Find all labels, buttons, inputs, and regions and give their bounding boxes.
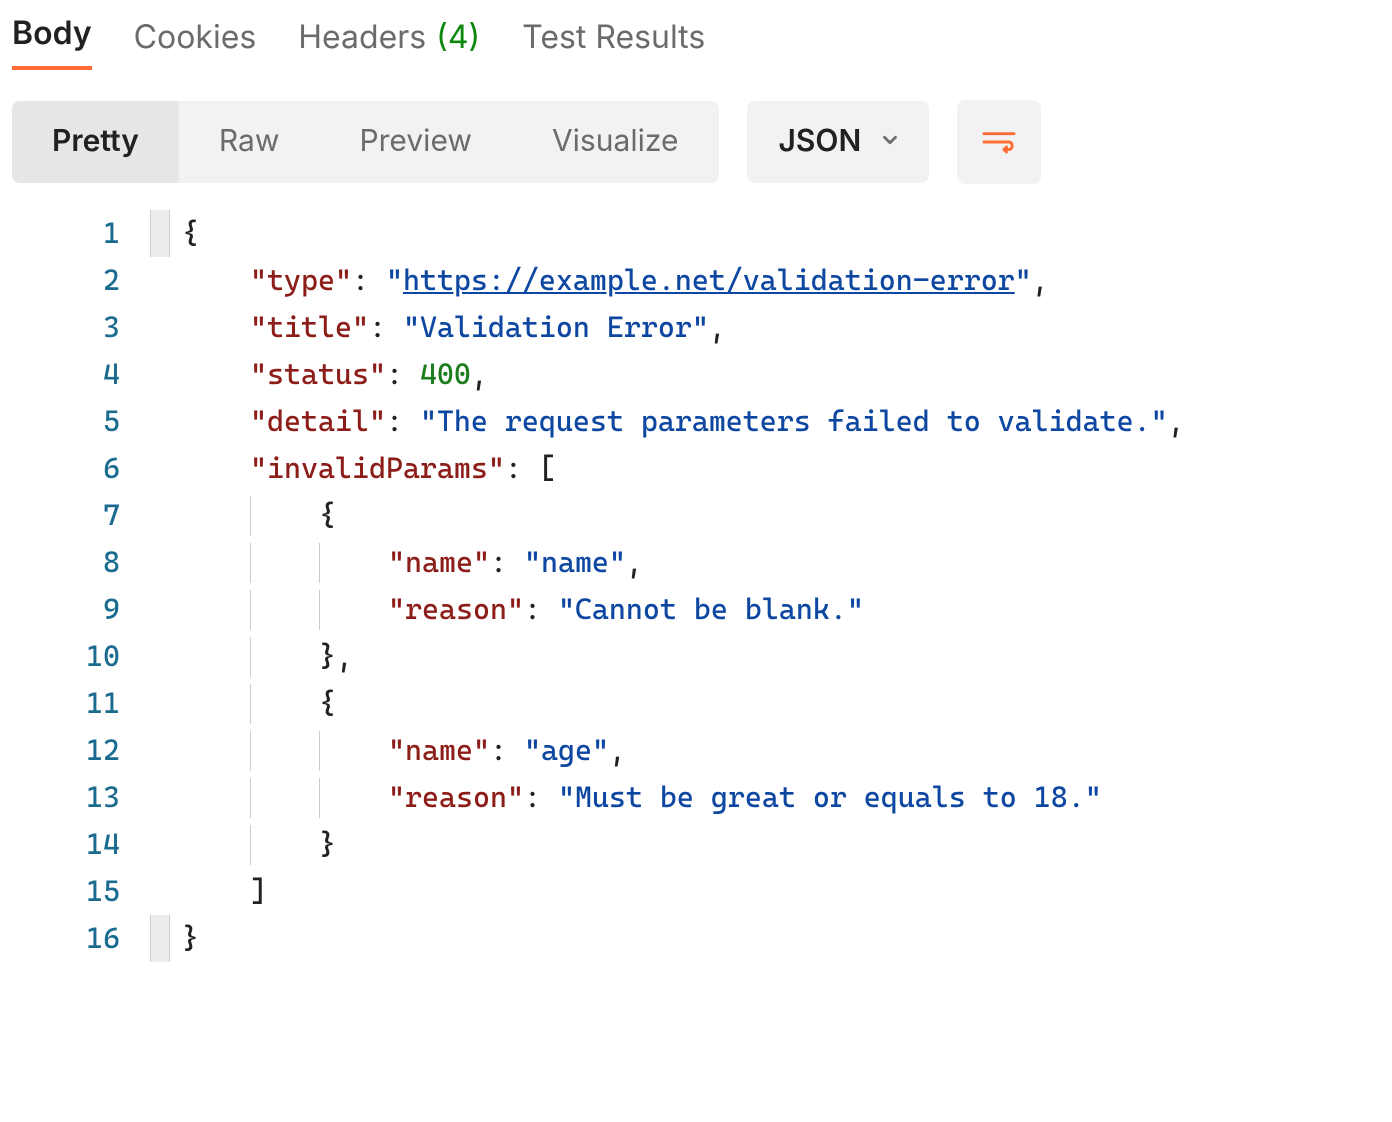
code-content: }, bbox=[170, 633, 353, 680]
view-mode-preview-label: Preview bbox=[359, 123, 472, 159]
code-line: 2 "type": "https://example.net/validatio… bbox=[0, 257, 1392, 304]
line-number: 4 bbox=[0, 351, 150, 398]
code-content: } bbox=[170, 821, 336, 868]
tab-test-results-label: Test Results bbox=[522, 17, 705, 56]
fold-gutter[interactable] bbox=[150, 445, 170, 492]
line-number: 3 bbox=[0, 304, 150, 351]
code-content: } bbox=[170, 915, 199, 962]
view-mode-preview[interactable]: Preview bbox=[319, 101, 512, 183]
code-line: 6 "invalidParams": [ bbox=[0, 445, 1392, 492]
line-number: 9 bbox=[0, 586, 150, 633]
fold-gutter[interactable] bbox=[150, 586, 170, 633]
code-content: { bbox=[170, 210, 199, 257]
view-mode-raw[interactable]: Raw bbox=[179, 101, 320, 183]
fold-gutter[interactable] bbox=[150, 774, 170, 821]
line-number: 13 bbox=[0, 774, 150, 821]
code-line: 5 "detail": "The request parameters fail… bbox=[0, 398, 1392, 445]
code-content: { bbox=[170, 492, 336, 539]
line-number: 12 bbox=[0, 727, 150, 774]
fold-gutter[interactable] bbox=[150, 727, 170, 774]
json-url-link[interactable]: https://example.net/validation-error bbox=[403, 263, 1015, 297]
fold-gutter[interactable] bbox=[150, 304, 170, 351]
fold-gutter[interactable] bbox=[150, 915, 170, 962]
tab-headers[interactable]: Headers (4) bbox=[298, 11, 480, 70]
code-content: "name": "name", bbox=[170, 539, 643, 586]
line-number: 1 bbox=[0, 210, 150, 257]
line-number: 10 bbox=[0, 633, 150, 680]
code-content: "reason": "Cannot be blank." bbox=[170, 586, 864, 633]
line-number: 6 bbox=[0, 445, 150, 492]
code-content: { bbox=[170, 680, 336, 727]
code-line: 12 "name": "age", bbox=[0, 727, 1392, 774]
code-line: 1 { bbox=[0, 210, 1392, 257]
fold-gutter[interactable] bbox=[150, 398, 170, 445]
code-line: 13 "reason": "Must be great or equals to… bbox=[0, 774, 1392, 821]
view-mode-raw-label: Raw bbox=[219, 123, 280, 159]
code-content: "title": "Validation Error", bbox=[170, 304, 726, 351]
line-number: 8 bbox=[0, 539, 150, 586]
tab-headers-count: (4) bbox=[436, 17, 480, 56]
code-line: 3 "title": "Validation Error", bbox=[0, 304, 1392, 351]
code-line: 7 { bbox=[0, 492, 1392, 539]
body-toolbar: Pretty Raw Preview Visualize JSON bbox=[0, 70, 1392, 184]
code-content: "status": 400, bbox=[170, 351, 488, 398]
fold-gutter[interactable] bbox=[150, 539, 170, 586]
fold-gutter[interactable] bbox=[150, 210, 170, 257]
fold-gutter[interactable] bbox=[150, 351, 170, 398]
view-mode-pretty-label: Pretty bbox=[52, 123, 139, 159]
tab-cookies-label: Cookies bbox=[134, 17, 257, 56]
code-line: 16 } bbox=[0, 915, 1392, 962]
code-content: "reason": "Must be great or equals to 18… bbox=[170, 774, 1102, 821]
line-wrap-button[interactable] bbox=[957, 100, 1041, 184]
fold-gutter[interactable] bbox=[150, 257, 170, 304]
line-wrap-icon bbox=[979, 122, 1019, 162]
code-content: "type": "https://example.net/validation-… bbox=[170, 257, 1049, 304]
fold-gutter[interactable] bbox=[150, 868, 170, 915]
tab-test-results[interactable]: Test Results bbox=[522, 11, 705, 70]
tab-body[interactable]: Body bbox=[12, 7, 92, 70]
line-number: 14 bbox=[0, 821, 150, 868]
code-line: 11 { bbox=[0, 680, 1392, 727]
code-line: 10 }, bbox=[0, 633, 1392, 680]
view-mode-visualize[interactable]: Visualize bbox=[512, 101, 719, 183]
code-content: "detail": "The request parameters failed… bbox=[170, 398, 1185, 445]
response-json-viewer[interactable]: 1 { 2 "type": "https://example.net/valid… bbox=[0, 184, 1392, 962]
code-line: 4 "status": 400, bbox=[0, 351, 1392, 398]
view-mode-segmented: Pretty Raw Preview Visualize bbox=[12, 101, 719, 183]
tab-headers-label: Headers bbox=[298, 17, 426, 56]
line-number: 16 bbox=[0, 915, 150, 962]
tab-body-label: Body bbox=[12, 13, 92, 52]
code-content: ] bbox=[170, 868, 267, 915]
code-content: "invalidParams": [ bbox=[170, 445, 556, 492]
tab-cookies[interactable]: Cookies bbox=[134, 11, 257, 70]
code-line: 14 } bbox=[0, 821, 1392, 868]
code-line: 15 ] bbox=[0, 868, 1392, 915]
view-mode-pretty[interactable]: Pretty bbox=[12, 101, 179, 183]
chevron-down-icon bbox=[879, 123, 901, 159]
code-content: "name": "age", bbox=[170, 727, 626, 774]
line-number: 5 bbox=[0, 398, 150, 445]
fold-gutter[interactable] bbox=[150, 821, 170, 868]
format-dropdown[interactable]: JSON bbox=[747, 101, 930, 183]
fold-gutter[interactable] bbox=[150, 633, 170, 680]
line-number: 2 bbox=[0, 257, 150, 304]
code-line: 8 "name": "name", bbox=[0, 539, 1392, 586]
format-dropdown-selected: JSON bbox=[779, 123, 862, 159]
line-number: 15 bbox=[0, 868, 150, 915]
view-mode-visualize-label: Visualize bbox=[552, 123, 679, 159]
fold-gutter[interactable] bbox=[150, 492, 170, 539]
fold-gutter[interactable] bbox=[150, 680, 170, 727]
code-line: 9 "reason": "Cannot be blank." bbox=[0, 586, 1392, 633]
response-tabs-bar: Body Cookies Headers (4) Test Results bbox=[0, 0, 1392, 70]
line-number: 7 bbox=[0, 492, 150, 539]
line-number: 11 bbox=[0, 680, 150, 727]
